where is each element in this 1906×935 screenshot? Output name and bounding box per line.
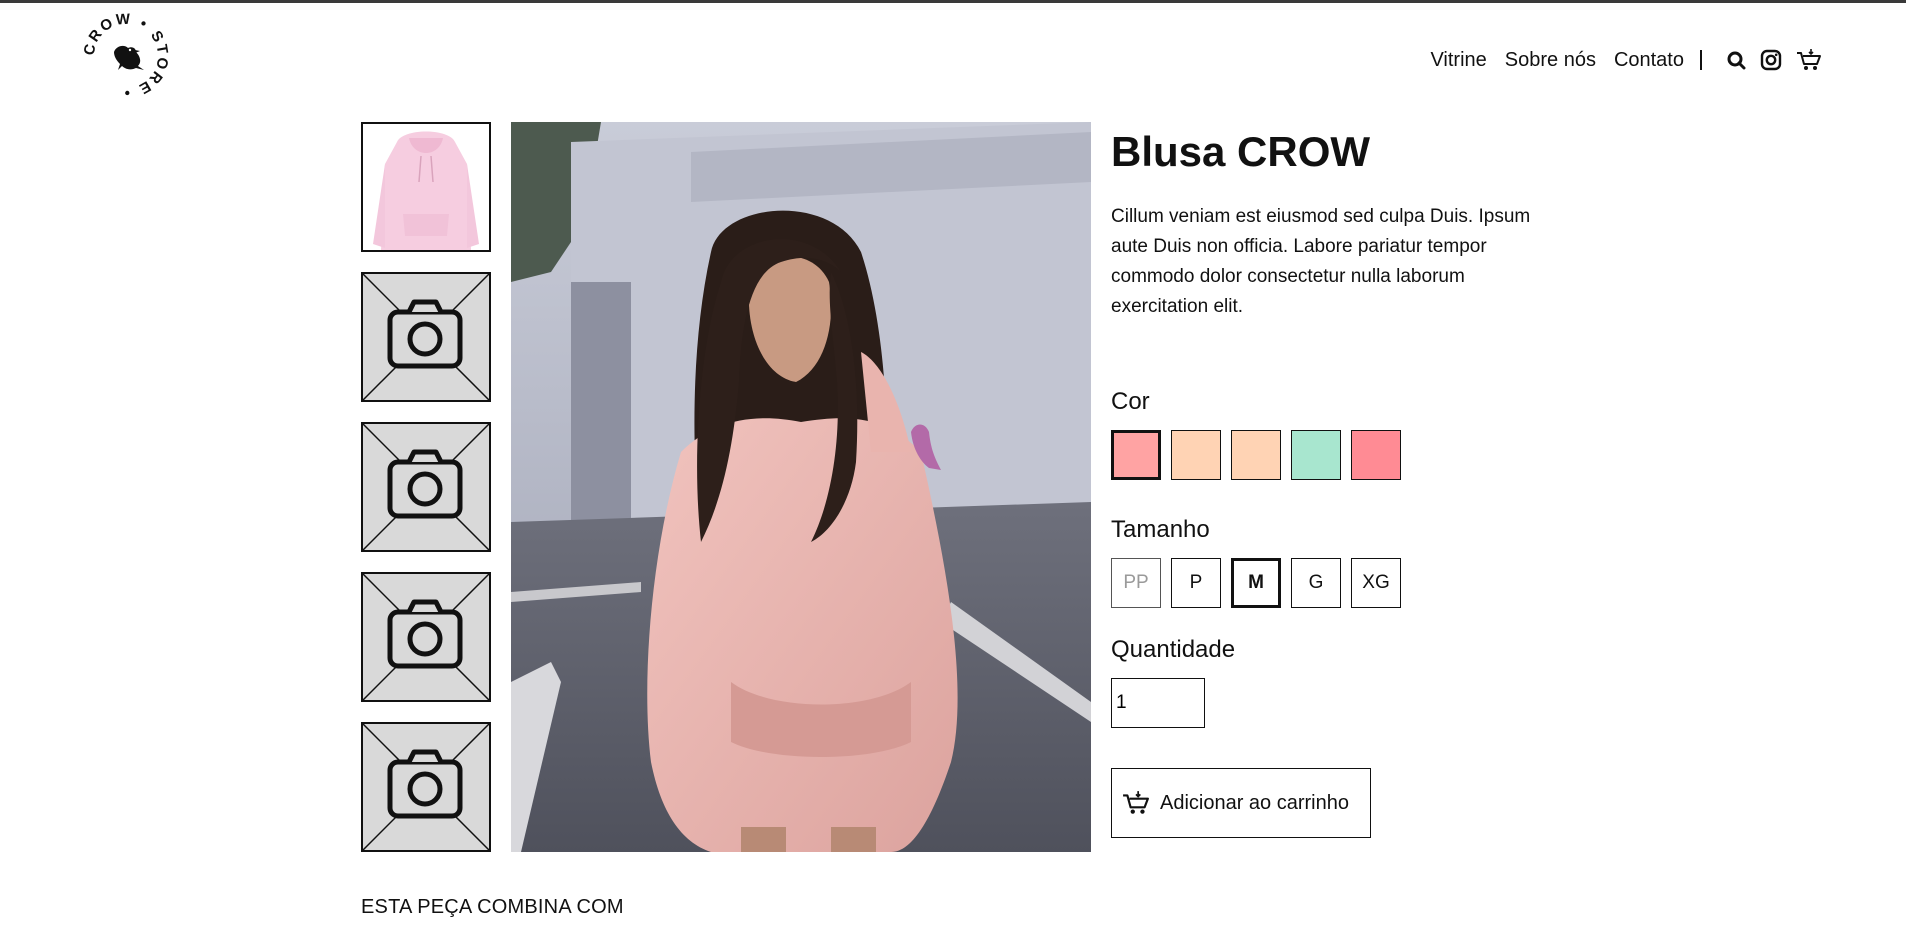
- color-swatch[interactable]: [1111, 430, 1161, 480]
- crow-store-logo[interactable]: CROW • STORE •: [78, 8, 174, 104]
- color-swatch[interactable]: [1351, 430, 1401, 480]
- color-label: Cor: [1111, 388, 1150, 415]
- search-icon[interactable]: [1726, 50, 1746, 70]
- thumbnail-placeholder[interactable]: [361, 272, 491, 402]
- size-option-g[interactable]: G: [1291, 558, 1341, 608]
- thumbnail-placeholder[interactable]: [361, 722, 491, 852]
- color-swatch[interactable]: [1171, 430, 1221, 480]
- product-title: Blusa CROW: [1111, 128, 1371, 175]
- size-option-p[interactable]: P: [1171, 558, 1221, 608]
- color-swatches: [1111, 430, 1571, 480]
- nav-link-sobre-nos[interactable]: Sobre nós: [1505, 49, 1596, 72]
- product-info: Blusa CROW Cillum veniam est eiusmod sed…: [1111, 122, 1571, 838]
- thumbnail-list: [361, 122, 491, 872]
- add-to-cart-label: Adicionar ao carrinho: [1160, 791, 1349, 814]
- related-products-heading: ESTA PEÇA COMBINA COM: [361, 896, 624, 918]
- cart-icon: [1122, 790, 1150, 816]
- nav-link-contato[interactable]: Contato: [1614, 49, 1684, 72]
- window-top-border: [0, 0, 1906, 3]
- instagram-icon[interactable]: [1760, 49, 1782, 71]
- main-nav: Vitrine Sobre nós Contato: [1412, 46, 1822, 74]
- color-swatch[interactable]: [1291, 430, 1341, 480]
- add-to-cart-button[interactable]: Adicionar ao carrinho: [1111, 768, 1371, 838]
- size-option-m[interactable]: M: [1231, 558, 1281, 608]
- product-description: Cillum veniam est eiusmod sed culpa Duis…: [1111, 206, 1531, 317]
- size-option-pp[interactable]: PP: [1111, 558, 1161, 608]
- size-option-xg[interactable]: XG: [1351, 558, 1401, 608]
- product-main-photo[interactable]: [511, 122, 1091, 852]
- color-swatch[interactable]: [1231, 430, 1281, 480]
- nav-divider: [1700, 50, 1702, 70]
- thumbnail-placeholder[interactable]: [361, 572, 491, 702]
- thumbnail-pink-hoodie[interactable]: [361, 122, 491, 252]
- quantity-input[interactable]: [1111, 678, 1205, 728]
- cart-icon[interactable]: [1796, 48, 1822, 72]
- size-options: PP P M G XG: [1111, 558, 1571, 608]
- size-label: Tamanho: [1111, 516, 1210, 543]
- thumbnail-placeholder[interactable]: [361, 422, 491, 552]
- quantity-label: Quantidade: [1111, 636, 1236, 663]
- nav-link-vitrine[interactable]: Vitrine: [1430, 49, 1486, 72]
